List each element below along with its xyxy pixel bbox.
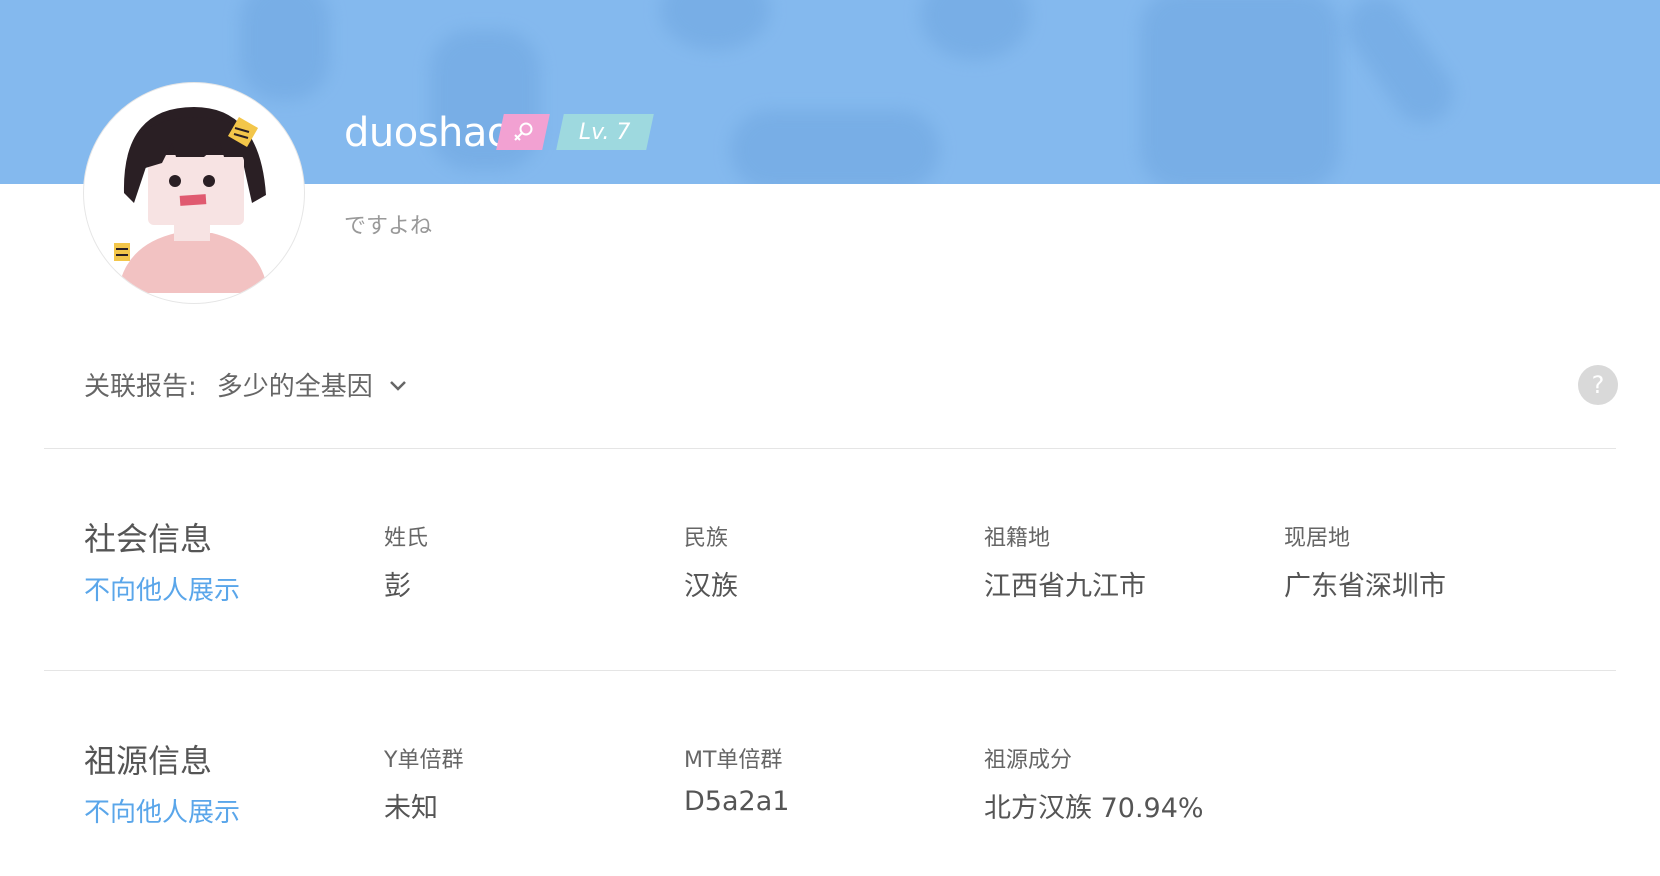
- field-value-residence: 广东省深圳市: [1284, 571, 1446, 602]
- field-value-y-haplogroup: 未知: [384, 793, 438, 824]
- banner-decoration: [660, 0, 770, 50]
- section-title-ancestry: 祖源信息: [84, 742, 213, 780]
- field-value-surname: 彭: [384, 571, 411, 602]
- field-value-mt-haplogroup: D5a2a1: [684, 786, 790, 817]
- level-badge: Lv. 7: [556, 114, 654, 150]
- username: duoshao: [344, 110, 511, 156]
- field-label-residence: 现居地: [1284, 526, 1351, 551]
- field-label-mt-haplogroup: MT单倍群: [684, 748, 783, 773]
- banner-decoration: [730, 110, 940, 184]
- social-visibility-link[interactable]: 不向他人展示: [84, 570, 240, 607]
- report-selector[interactable]: 关联报告: 多少的全基因: [84, 366, 409, 403]
- chevron-down-icon[interactable]: [387, 374, 409, 396]
- section-title-social: 社会信息: [84, 520, 213, 558]
- report-dropdown-value[interactable]: 多少的全基因: [217, 366, 373, 403]
- level-label: Lv. 7: [579, 119, 631, 145]
- field-value-ancestry-composition: 北方汉族 70.94%: [984, 793, 1204, 824]
- field-label-surname: 姓氏: [384, 526, 429, 551]
- field-value-ethnicity: 汉族: [684, 571, 738, 602]
- divider: [44, 670, 1616, 671]
- banner-decoration: [920, 0, 1030, 60]
- help-button[interactable]: ?: [1578, 365, 1618, 405]
- banner-decoration: [240, 0, 330, 100]
- avatar[interactable]: [84, 83, 304, 303]
- divider: [44, 448, 1616, 449]
- female-icon: [514, 122, 533, 141]
- avatar-illustration: [114, 107, 268, 293]
- field-label-y-haplogroup: Y单倍群: [384, 748, 464, 773]
- profile-signature: ですよね: [344, 214, 433, 239]
- report-label: 关联报告:: [84, 372, 197, 402]
- banner-decoration: [1335, 0, 1465, 135]
- field-label-ancestral-home: 祖籍地: [984, 526, 1051, 551]
- field-value-ancestral-home: 江西省九江市: [984, 571, 1146, 602]
- ancestry-visibility-link[interactable]: 不向他人展示: [84, 792, 240, 829]
- field-label-ancestry-composition: 祖源成分: [984, 748, 1073, 773]
- field-label-ethnicity: 民族: [684, 526, 729, 551]
- gender-badge: [496, 114, 550, 150]
- banner-decoration: [1140, 0, 1340, 184]
